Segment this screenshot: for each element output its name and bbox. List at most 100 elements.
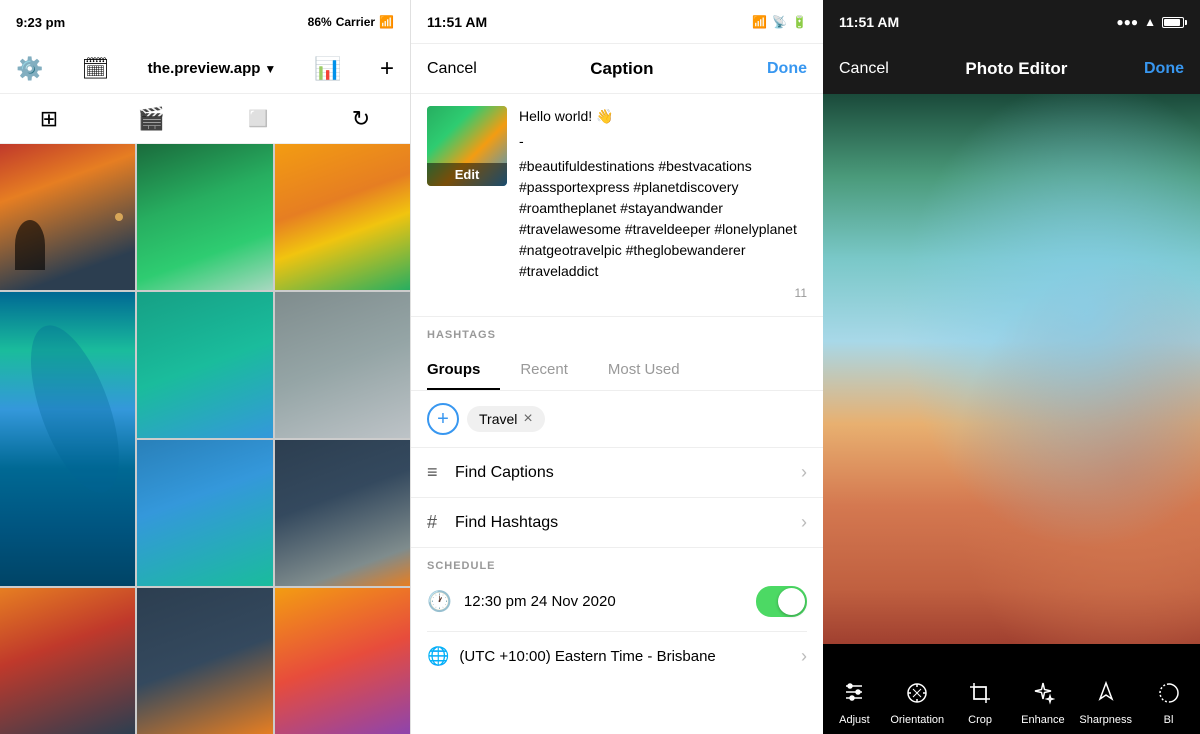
tool-adjust[interactable]: Adjust (827, 680, 882, 726)
feed-status-bar: 9:23 pm 86% Carrier 📶 (0, 0, 410, 44)
stories-icon[interactable]: ◻️ (245, 106, 272, 132)
schedule-section: SCHEDULE 🕐 12:30 pm 24 Nov 2020 🌐 (UTC +… (411, 548, 823, 681)
caption-char-count: 11 (519, 282, 807, 304)
tool-sharpness[interactable]: Sharpness (1078, 681, 1133, 726)
photo-grid (0, 144, 410, 734)
tool-orientation[interactable]: Orientation (890, 681, 945, 726)
editor-battery-icon (1162, 17, 1184, 28)
editor-cancel-button[interactable]: Cancel (839, 60, 889, 78)
tag-chip[interactable]: Travel × (467, 406, 545, 432)
find-hashtags-icon: # (427, 512, 455, 533)
feed-status-time: 9:23 pm (16, 15, 65, 30)
wifi-icon: 📶 (379, 15, 394, 29)
bl-icon (1157, 681, 1181, 710)
timezone-chevron-icon: › (801, 646, 807, 667)
chevron-right-icon: › (801, 462, 807, 483)
editor-done-button[interactable]: Done (1144, 60, 1184, 78)
schedule-time: 12:30 pm 24 Nov 2020 (464, 593, 756, 610)
find-captions-icon: ≡ (427, 462, 455, 483)
grid-cell-large[interactable] (0, 292, 135, 586)
chevron-down-icon: ▼ (264, 62, 276, 76)
refresh-icon[interactable]: ↻ (352, 106, 370, 132)
schedule-label: SCHEDULE (427, 560, 807, 572)
caption-status-time: 11:51 AM (427, 14, 487, 30)
adjust-label: Adjust (839, 714, 870, 726)
wifi-icon: 📡 (772, 15, 787, 29)
find-captions-item[interactable]: ≡ Find Captions › (411, 448, 823, 498)
feed-panel: 9:23 pm 86% Carrier 📶 ⚙️ 🗓 the.preview.a… (0, 0, 410, 734)
hashtags-section: HASHTAGS Groups Recent Most Used + Trave… (411, 317, 823, 447)
find-hashtags-label: Find Hashtags (455, 514, 801, 532)
grid-cell[interactable] (275, 292, 410, 438)
tool-enhance[interactable]: Enhance (1015, 681, 1070, 726)
feed-carrier: Carrier (336, 15, 375, 29)
adjust-icon (842, 680, 866, 710)
crop-icon (968, 681, 992, 710)
add-icon[interactable]: + (380, 55, 394, 83)
caption-text: Hello world! 👋 - #beautifuldestinations … (519, 106, 807, 282)
caption-edit-area: Edit Hello world! 👋 - #beautifuldestinat… (411, 94, 823, 317)
caption-thumbnail[interactable]: Edit (427, 106, 507, 186)
calendar-icon[interactable]: 🗓 (82, 56, 110, 82)
grid-cell[interactable] (275, 440, 410, 586)
battery-icon: 🔋 (792, 15, 807, 29)
editor-panel: 11:51 AM ●●● ▲ Cancel Photo Editor Done (823, 0, 1200, 734)
hashtags-label: HASHTAGS (427, 329, 807, 341)
feed-toolbar: ⊞ 🎬 ◻️ ↻ (0, 94, 410, 144)
sharpness-icon (1094, 681, 1118, 710)
add-tag-button[interactable]: + (427, 403, 459, 435)
caption-greeting: Hello world! 👋 (519, 106, 807, 127)
stats-icon[interactable]: 📊 (314, 56, 341, 82)
chevron-right-icon-2: › (801, 512, 807, 533)
sharpness-label: Sharpness (1079, 714, 1132, 726)
editor-status-icons: ●●● ▲ (1116, 15, 1184, 29)
editor-header: Cancel Photo Editor Done (823, 44, 1200, 94)
account-name: the.preview.app (148, 60, 261, 77)
editor-status-bar: 11:51 AM ●●● ▲ (823, 0, 1200, 44)
enhance-label: Enhance (1021, 714, 1064, 726)
grid-cell[interactable] (137, 440, 272, 586)
tab-groups[interactable]: Groups (427, 351, 500, 390)
feed-status-right: 86% Carrier 📶 (308, 15, 394, 29)
clock-icon: 🕐 (427, 589, 452, 614)
tab-recent[interactable]: Recent (520, 351, 588, 390)
editor-wifi-icon: ▲ (1144, 15, 1156, 29)
caption-done-button[interactable]: Done (767, 60, 807, 78)
editor-status-time: 11:51 AM (839, 14, 899, 30)
tool-bl[interactable]: Bl (1141, 681, 1196, 726)
grid-cell[interactable] (0, 144, 135, 290)
grid-cell[interactable] (137, 292, 272, 438)
settings-icon[interactable]: ⚙️ (16, 56, 43, 82)
grid-cell[interactable] (275, 144, 410, 290)
reel-icon[interactable]: 🎬 (138, 106, 165, 132)
hashtags-tags-area: + Travel × (427, 391, 807, 447)
globe-icon: 🌐 (427, 646, 449, 667)
schedule-toggle[interactable] (756, 586, 807, 617)
editor-title: Photo Editor (965, 59, 1067, 79)
grid-cell[interactable] (137, 144, 272, 290)
edit-label[interactable]: Edit (427, 163, 507, 186)
tag-chip-remove[interactable]: × (523, 410, 532, 428)
caption-title: Caption (590, 59, 653, 79)
tag-chip-label: Travel (479, 411, 517, 427)
tab-most-used[interactable]: Most Used (608, 351, 700, 390)
grid-cell[interactable] (0, 588, 135, 734)
account-selector[interactable]: the.preview.app ▼ (148, 60, 277, 77)
caption-header: Cancel Caption Done (411, 44, 823, 94)
grid-cell[interactable] (275, 588, 410, 734)
orientation-label: Orientation (890, 714, 944, 726)
caption-text-area[interactable]: Hello world! 👋 - #beautifuldestinations … (519, 106, 807, 304)
find-hashtags-item[interactable]: # Find Hashtags › (411, 498, 823, 548)
grid-cell[interactable] (137, 588, 272, 734)
caption-separator: - (519, 131, 807, 152)
bl-label: Bl (1164, 714, 1174, 726)
caption-status-bar: 11:51 AM 📶 📡 🔋 (411, 0, 823, 44)
orientation-icon (905, 681, 929, 710)
signal-icon: 📶 (752, 15, 767, 29)
timezone-row[interactable]: 🌐 (UTC +10:00) Eastern Time - Brisbane › (427, 632, 807, 681)
find-captions-label: Find Captions (455, 464, 801, 482)
caption-cancel-button[interactable]: Cancel (427, 60, 477, 78)
grid-icon[interactable]: ⊞ (40, 106, 58, 132)
tool-crop[interactable]: Crop (953, 681, 1008, 726)
caption-panel: 11:51 AM 📶 📡 🔋 Cancel Caption Done Edit … (410, 0, 823, 734)
